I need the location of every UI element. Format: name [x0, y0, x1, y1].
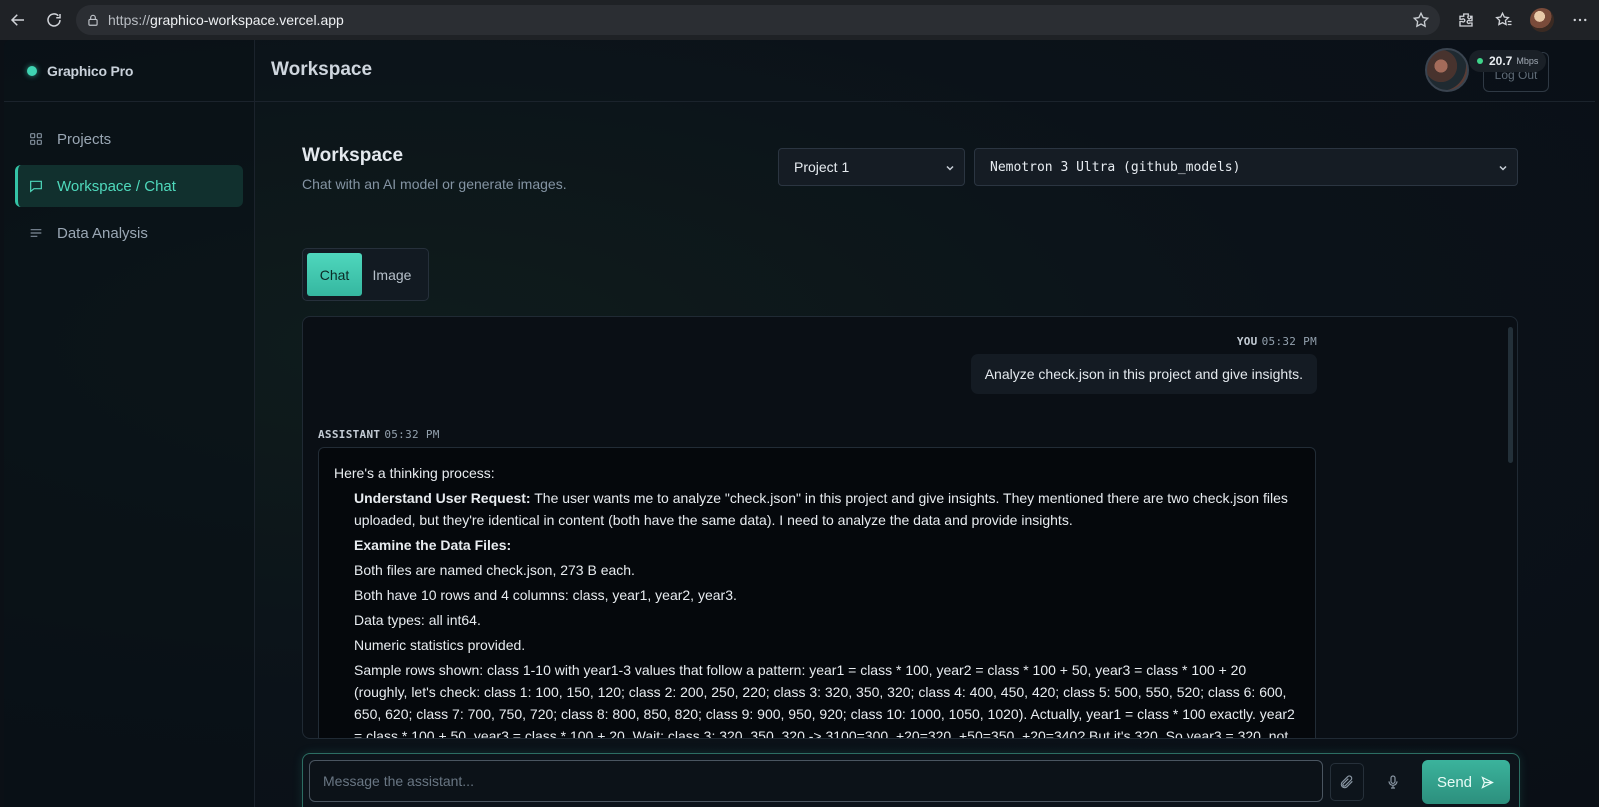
profile-button[interactable] — [1523, 0, 1561, 40]
sidebar: Graphico Pro Projects Workspace / Chat D… — [4, 40, 255, 807]
assistant-line: Data types: all int64. — [354, 612, 481, 628]
send-button-label: Send — [1436, 773, 1473, 791]
project-select-value: Project 1 — [794, 159, 850, 175]
app-window: Graphico Pro Projects Workspace / Chat D… — [4, 40, 1595, 807]
menu-button[interactable] — [1561, 0, 1599, 40]
message-input[interactable] — [309, 760, 1323, 802]
favorites-star-icon — [1495, 11, 1512, 26]
favorites-button[interactable] — [1485, 0, 1523, 40]
sidebar-item-workspace-chat[interactable]: Workspace / Chat — [15, 165, 243, 207]
grid-icon — [30, 133, 42, 145]
page-title: Workspace — [271, 59, 373, 80]
microphone-button[interactable] — [1376, 763, 1410, 801]
assistant-intro: Here's a thinking process: — [334, 465, 495, 481]
assistant-line: Both have 10 rows and 4 columns: class, … — [354, 587, 737, 603]
main-content: Workspace Chat with an AI model or gener… — [255, 102, 1595, 807]
assistant-line: Numeric statistics provided. — [354, 637, 526, 653]
chevron-down-icon — [946, 165, 954, 171]
send-button[interactable]: Send — [1422, 760, 1510, 804]
top-bar: Workspace Log Out 20.7 Mbps — [255, 40, 1595, 102]
profile-avatar — [1530, 8, 1554, 32]
assistant-message-bubble: Here's a thinking process: Understand Us… — [318, 447, 1316, 739]
model-select-value: Nemotron 3 Ultra (github_models) — [990, 159, 1241, 175]
reload-button[interactable] — [36, 0, 72, 40]
brand-name: Graphico Pro — [47, 62, 134, 79]
step-heading: Examine the Data Files: — [354, 537, 512, 553]
workspace-title: Workspace — [302, 145, 404, 166]
more-horizontal-icon — [1573, 18, 1587, 22]
star-icon[interactable] — [1412, 11, 1430, 29]
paperclip-icon — [1340, 775, 1353, 789]
user-message-time: 05:32 PM — [1261, 335, 1317, 348]
brand: Graphico Pro — [4, 40, 254, 102]
chat-panel[interactable]: YOU 05:32 PM Analyze check.json in this p… — [302, 316, 1518, 739]
lock-icon — [88, 14, 98, 26]
assistant-step-2: Examine the Data Files: — [334, 534, 1300, 556]
browser-actions — [1447, 0, 1599, 40]
address-bar[interactable]: https://graphico-workspace.vercel.app — [76, 5, 1440, 35]
status-dot-icon — [1477, 58, 1483, 64]
model-select[interactable]: Nemotron 3 Ultra (github_models) — [974, 148, 1518, 186]
brand-dot-icon — [27, 65, 37, 76]
sidebar-item-label: Projects — [57, 130, 112, 148]
assistant-line: Both files are named check.json, 273 B e… — [354, 562, 635, 578]
assistant-sample-text: Sample rows shown: class 1-10 with year1… — [354, 662, 1295, 739]
workspace-subtitle: Chat with an AI model or generate images… — [302, 176, 567, 192]
step-heading: Understand User Request: — [354, 490, 531, 506]
send-icon — [1481, 775, 1494, 789]
message-composer: Send — [302, 753, 1520, 807]
back-button[interactable] — [0, 0, 36, 40]
microphone-icon — [1388, 775, 1398, 789]
refresh-icon — [47, 13, 61, 27]
speed-unit: Mbps — [1516, 56, 1539, 66]
project-select[interactable]: Project 1 — [778, 148, 965, 186]
browser-toolbar: https://graphico-workspace.vercel.app — [0, 0, 1599, 40]
tab-chat[interactable]: Chat — [307, 253, 362, 296]
user-message-meta: YOU 05:32 PM — [1237, 335, 1317, 348]
extensions-button[interactable] — [1447, 0, 1485, 40]
chat-scrollbar[interactable] — [1508, 327, 1513, 463]
tab-image[interactable]: Image — [362, 253, 422, 296]
assistant-step-1: Understand User Request: The user wants … — [334, 487, 1300, 531]
sidebar-item-label: Workspace / Chat — [57, 177, 176, 195]
chevron-down-icon — [1499, 165, 1507, 171]
network-speed-badge: 20.7 Mbps — [1469, 50, 1547, 72]
user-message-bubble: Analyze check.json in this project and g… — [970, 354, 1317, 394]
sidebar-item-data-analysis[interactable]: Data Analysis — [15, 212, 243, 254]
attach-button[interactable] — [1330, 763, 1364, 801]
sidebar-item-projects[interactable]: Projects — [15, 118, 243, 160]
chat-icon — [30, 180, 42, 193]
assistant-role-label: ASSISTANT — [318, 428, 381, 441]
assistant-message-time: 05:32 PM — [384, 428, 440, 441]
sidebar-nav: Projects Workspace / Chat Data Analysis — [4, 102, 254, 254]
url-protocol: https:// — [108, 12, 151, 28]
assistant-message-meta: ASSISTANT 05:32 PM — [318, 428, 440, 441]
arrow-left-icon — [10, 14, 24, 26]
puzzle-icon — [1459, 13, 1473, 27]
user-role-label: YOU — [1236, 335, 1258, 348]
list-icon — [30, 229, 42, 237]
sidebar-item-label: Data Analysis — [57, 224, 148, 242]
speed-value: 20.7 — [1489, 54, 1513, 68]
mode-tabs: Chat Image — [302, 248, 429, 301]
avatar[interactable] — [1425, 48, 1469, 92]
url-host: graphico-workspace.vercel.app — [150, 12, 344, 28]
